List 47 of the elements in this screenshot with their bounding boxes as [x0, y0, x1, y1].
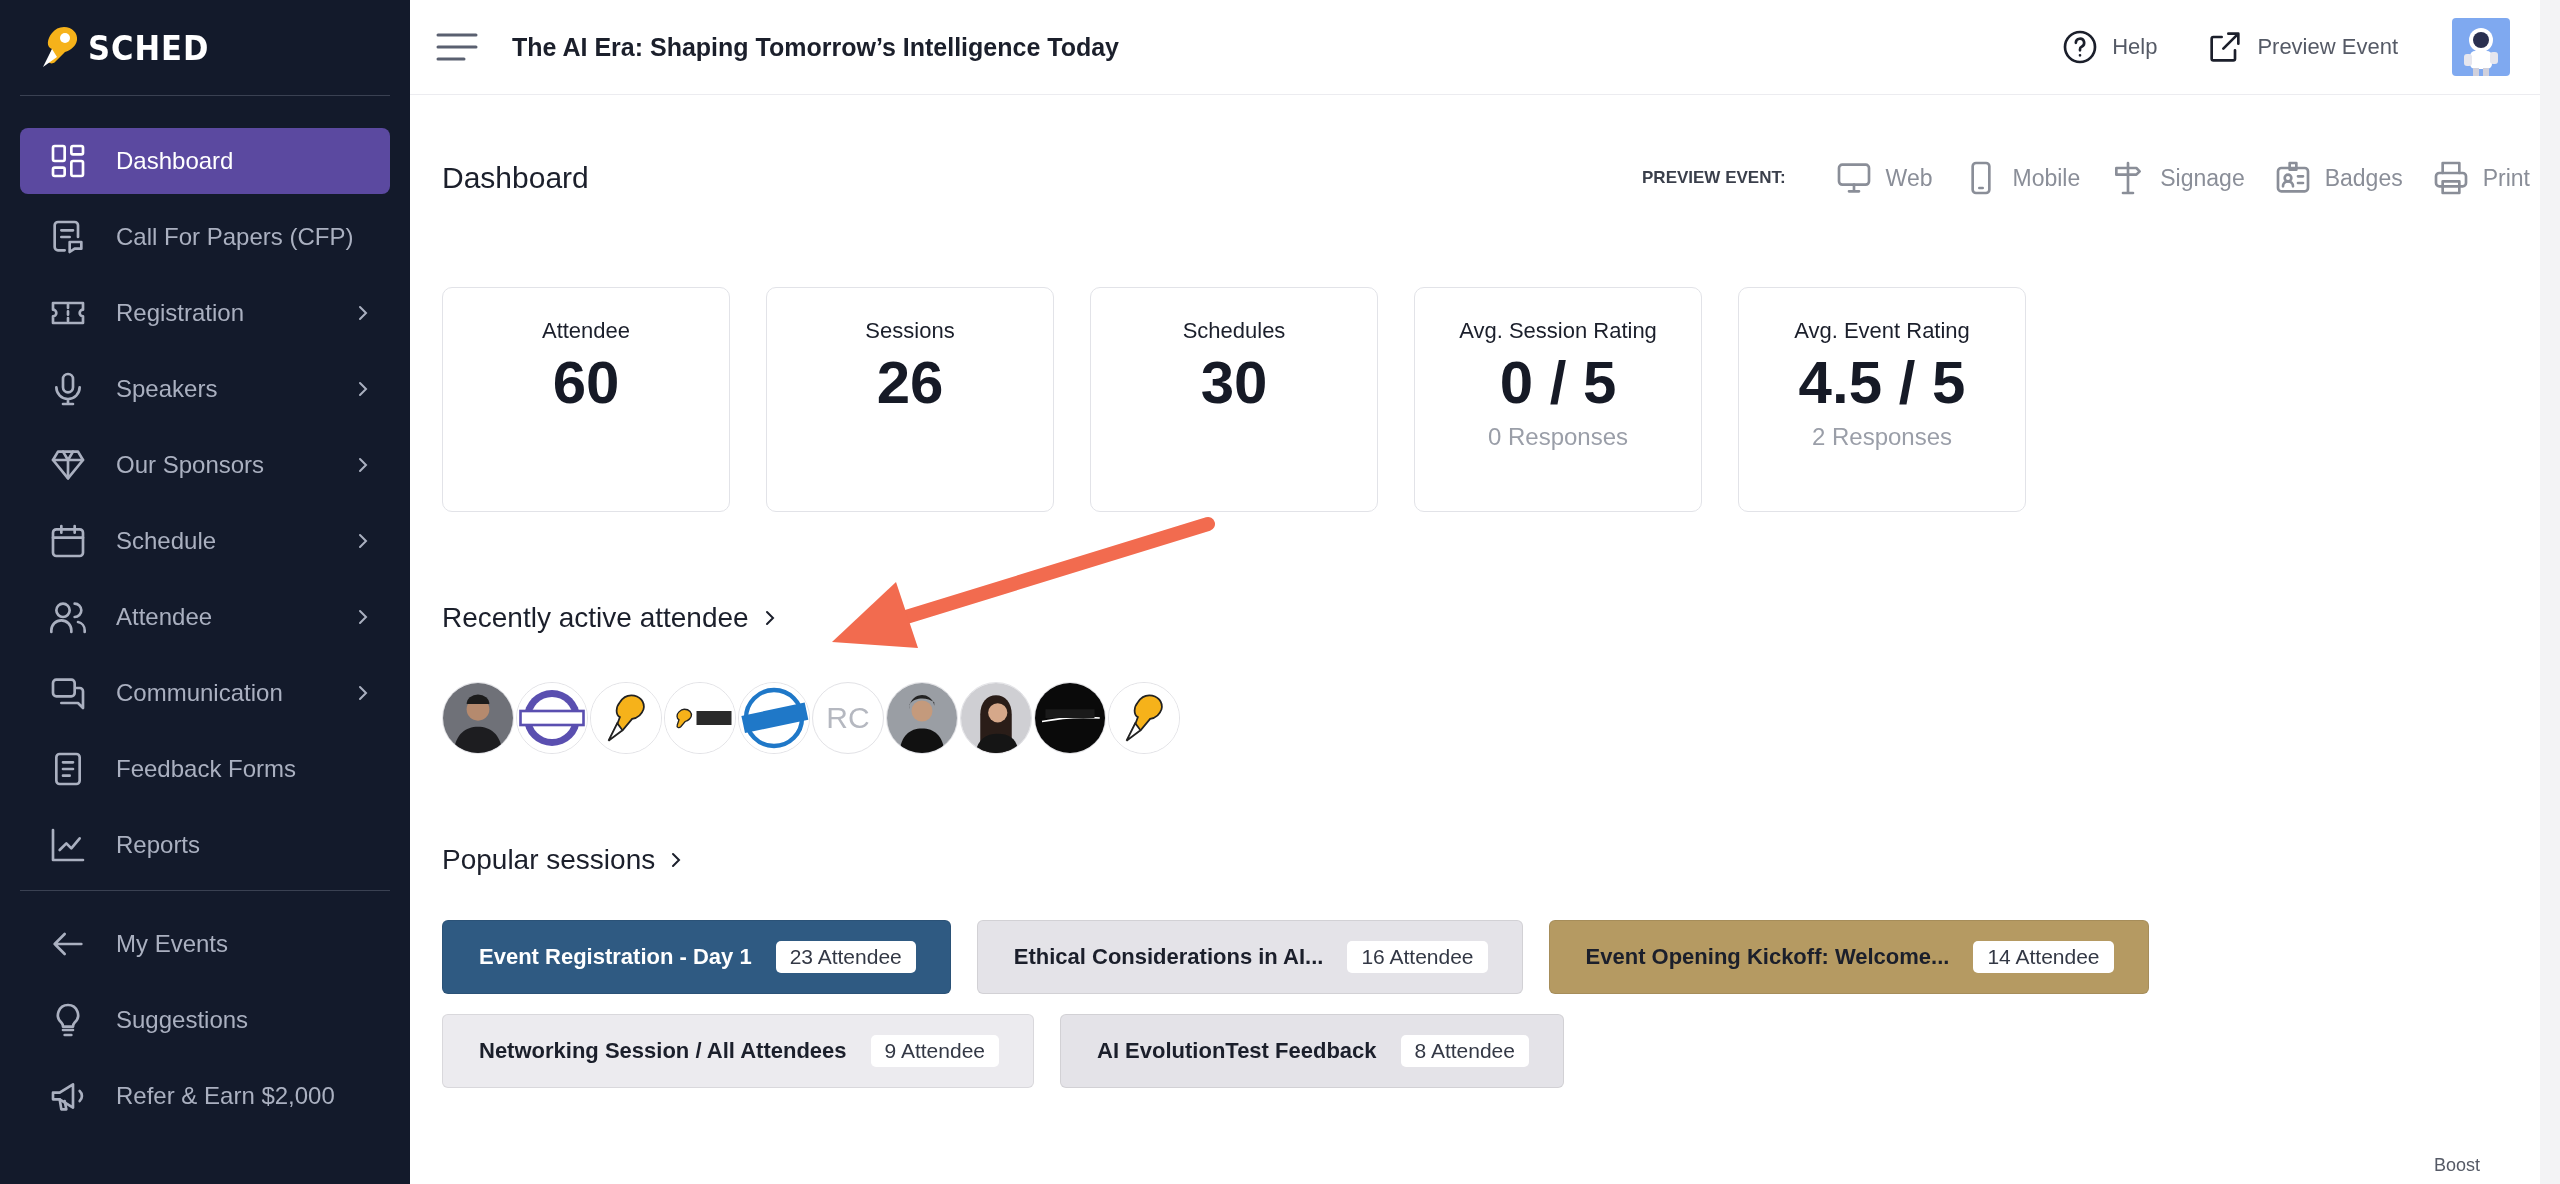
stat-caption: 0 Responses [1487, 423, 1629, 451]
sidebar-item[interactable]: Speakers [20, 356, 390, 422]
boost-label[interactable]: Boost [2433, 1155, 2480, 1176]
session-chip[interactable]: Event Opening Kickoff: Welcome... 14 Attendee [1548, 920, 2149, 994]
sidebar-item[interactable]: Dashboard [20, 128, 390, 194]
session-chip[interactable]: AI EvolutionTest Feedback 8 Attendee [1060, 1014, 1564, 1088]
sidebar-item[interactable]: Our Sponsors [20, 432, 390, 498]
sidebar-item[interactable]: Communication [20, 660, 390, 726]
brand-name: SCHED [88, 27, 210, 68]
session-chip[interactable]: Event Registration - Day 1 23 Attendee [442, 920, 951, 994]
chevron-icon [671, 852, 682, 868]
stat-value: 0 / 5 [1499, 348, 1617, 417]
sidebar-item[interactable]: Schedule [20, 508, 390, 574]
preview-event-link[interactable]: Preview Event [2205, 27, 2398, 67]
help-link[interactable]: Help [2060, 27, 2158, 67]
stat-value: 4.5 / 5 [1798, 348, 1966, 417]
session-chip[interactable]: Ethical Considerations in AI... 16 Attendee [976, 920, 1523, 994]
stat-value: 30 [1200, 348, 1268, 417]
sidebar-item[interactable]: Feedback Forms [20, 736, 390, 802]
stat-value: 26 [876, 348, 944, 417]
attendee-count: 8 Attendee [1400, 1035, 1529, 1067]
stat-label: Sessions [865, 318, 955, 344]
stat-label: Avg. Event Rating [1794, 318, 1970, 344]
section-title[interactable]: Recently active attendee [442, 602, 749, 634]
stat-label: Schedules [1182, 318, 1286, 344]
chevron-icon [764, 610, 775, 626]
sidebar-item[interactable]: My Events [20, 911, 390, 977]
section-title[interactable]: Popular sessions [442, 844, 656, 876]
sidebar-item[interactable]: Attendee [20, 584, 390, 650]
page-title: Dashboard [442, 161, 590, 195]
stat-label: Attendee [541, 318, 631, 344]
attendee-count: 9 Attendee [870, 1035, 999, 1067]
event-title: The AI Era: Shaping Tomorrow’s Intelligence Today [512, 32, 1121, 62]
attendee-count: 14 Attendee [1973, 941, 2114, 973]
stat-label: Avg. Session Rating [1459, 318, 1657, 344]
sidebar-item[interactable]: Registration [20, 280, 390, 346]
stat-caption: 2 Responses [1811, 423, 1953, 451]
sidebar-item[interactable]: Reports [20, 812, 390, 878]
preview-label: PREVIEW EVENT: [1642, 168, 1786, 188]
stat-value: 60 [552, 348, 620, 417]
sidebar-item[interactable]: Call For Papers (CFP) [20, 204, 390, 270]
sidebar-item[interactable]: Suggestions [20, 987, 390, 1053]
menu-icon[interactable] [436, 32, 478, 62]
attendee-count: 23 Attendee [775, 941, 916, 973]
attendee-count: 16 Attendee [1347, 941, 1488, 973]
session-chip[interactable]: Networking Session / All Attendees 9 Attendee [442, 1014, 1034, 1088]
sidebar-item[interactable]: Refer & Earn $2,000 [20, 1063, 390, 1129]
